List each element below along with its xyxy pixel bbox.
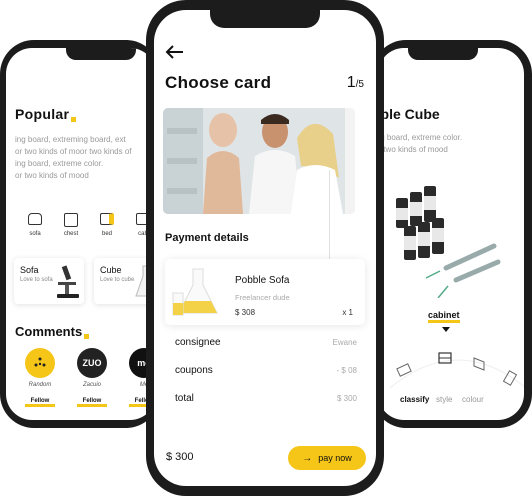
- shelf-icon[interactable]: [502, 370, 518, 386]
- chest-icon: [64, 213, 78, 227]
- flower-icon: [34, 357, 46, 367]
- person-random: Random Fellow: [18, 348, 62, 407]
- order-summary: consignee Ewane coupons - $ 08 total $ 3…: [165, 332, 365, 422]
- people-list: Random Fellow ZUO Zacuio Fellow mo Me Fe…: [18, 348, 156, 418]
- pointer-triangle-icon: [442, 327, 450, 332]
- product-price: $ 308: [235, 308, 256, 317]
- category-bed[interactable]: bed: [90, 213, 124, 237]
- category-row: sofa chest bed cab: [14, 213, 156, 245]
- lab-scene-image: [163, 108, 355, 214]
- left-phone-frame: Popular ing board, extreming board, ext …: [0, 40, 160, 428]
- app-showcase: Popular ing board, extreming board, ext …: [0, 0, 532, 496]
- tab-style[interactable]: style: [436, 395, 452, 404]
- right-phone-notch: [408, 48, 478, 60]
- center-phone-notch: [210, 10, 320, 28]
- center-phone-frame: Choose card 1/5 Payment details Pobble S…: [146, 0, 384, 496]
- popular-description-2: ing board, extreme color. or two kinds o…: [15, 159, 104, 180]
- popular-description: ing board, extreming board, ext or two k…: [15, 135, 132, 156]
- microscope-icon: [57, 265, 79, 298]
- summary-row-total: total $ 300: [175, 393, 357, 404]
- right-phone-screen: bble Cube ing board, extreme color. or t…: [378, 48, 524, 420]
- footer-total: $ 300: [166, 451, 194, 463]
- category-sofa[interactable]: sofa: [18, 213, 52, 237]
- left-phone-notch: [66, 48, 136, 60]
- tab-colour[interactable]: colour: [462, 395, 484, 404]
- arrow-left-icon[interactable]: [165, 44, 185, 60]
- tab-classify[interactable]: classify: [400, 395, 429, 404]
- category-chest[interactable]: chest: [54, 213, 88, 237]
- vials-and-syringes-image: [396, 186, 501, 298]
- page-title: Choose card: [165, 73, 272, 92]
- card-photo[interactable]: [163, 108, 355, 214]
- popular-heading: Popular: [15, 106, 77, 122]
- center-phone-screen: Choose card 1/5 Payment details Pobble S…: [154, 10, 376, 486]
- selected-category[interactable]: cabinet: [428, 310, 460, 323]
- summary-row-consignee: consignee Ewane: [175, 337, 357, 348]
- product-seller: Freelancer dude: [235, 293, 290, 302]
- follow-button[interactable]: Fellow: [25, 397, 55, 407]
- follow-button[interactable]: Fellow: [77, 397, 107, 407]
- page-indicator: 1/5: [346, 74, 364, 91]
- avatar[interactable]: [25, 348, 55, 378]
- beaker-icon: [172, 268, 218, 316]
- comments-heading: Comments: [15, 324, 90, 339]
- product-cards: Sofa Love to sofa Cube Love to cube: [14, 258, 156, 313]
- person-zacuio: ZUO Zacuio Fellow: [70, 348, 114, 407]
- filter-tabs: classify style colour: [400, 395, 520, 409]
- product-name: Pobble Sofa: [235, 275, 290, 286]
- card-sofa[interactable]: Sofa Love to sofa: [14, 258, 84, 304]
- sofa-icon: [28, 213, 42, 225]
- bed-icon: [100, 213, 114, 225]
- summary-row-coupons[interactable]: coupons - $ 08: [165, 360, 365, 388]
- right-phone-frame: bble Cube ing board, extreme color. or t…: [372, 40, 532, 428]
- product-quantity: x 1: [342, 308, 353, 317]
- product-description: ing board, extreme color. or two kinds o…: [378, 133, 463, 154]
- product-title: bble Cube: [378, 106, 440, 122]
- left-phone-screen: Popular ing board, extreming board, ext …: [6, 48, 156, 420]
- pay-now-button[interactable]: → pay now: [288, 446, 366, 470]
- arrow-right-icon: →: [302, 452, 313, 464]
- product-card[interactable]: Pobble Sofa Freelancer dude $ 308 x 1: [165, 259, 365, 325]
- avatar[interactable]: ZUO: [77, 348, 107, 378]
- payment-details-heading: Payment details: [165, 232, 249, 244]
- category-wheel[interactable]: [388, 340, 524, 390]
